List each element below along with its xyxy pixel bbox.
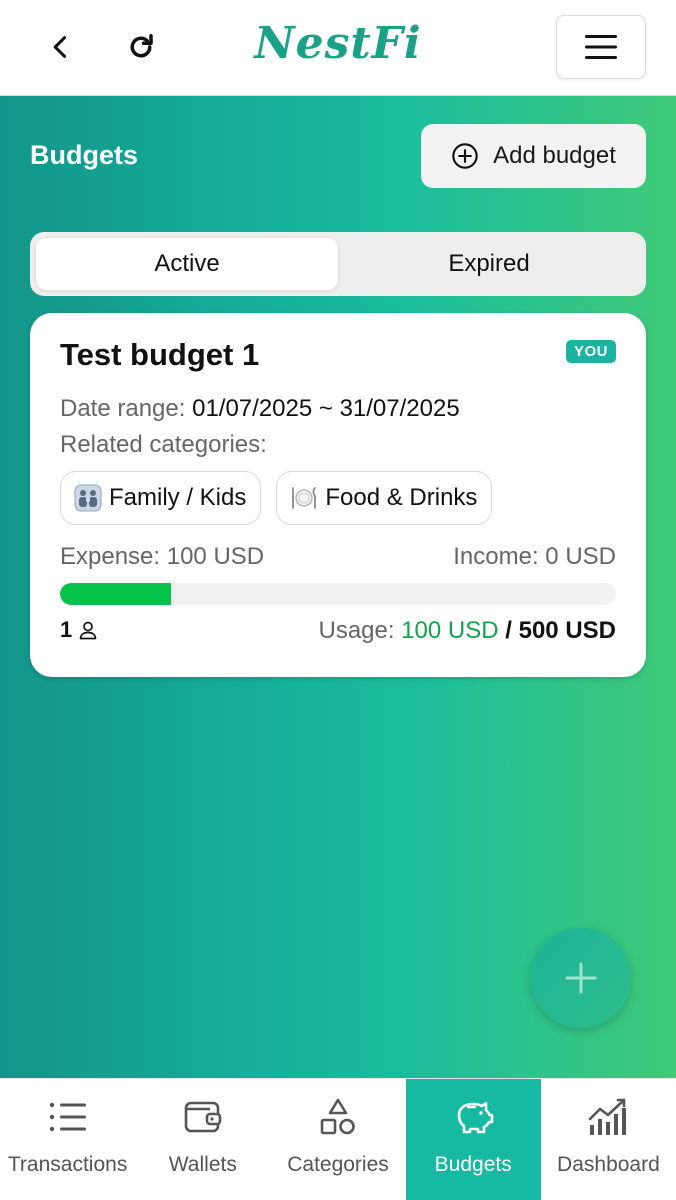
usage-progress-fill — [60, 583, 172, 605]
nav-item-categories[interactable]: Categories — [270, 1079, 405, 1200]
nav-item-transactions[interactable]: Transactions — [0, 1079, 135, 1200]
nav-label: Transactions — [7, 1153, 128, 1176]
members-count: 1 — [60, 617, 98, 643]
bar-chart-icon — [586, 1095, 630, 1139]
main-content: Budgets Add budget Active Expired Test b… — [0, 96, 676, 1078]
tab-expired[interactable]: Expired — [338, 238, 640, 290]
nav-label: Dashboard — [557, 1153, 660, 1176]
date-range: Date range: 01/07/2025 ~ 31/07/2025 — [60, 395, 460, 423]
category-chip-label: Food & Drinks — [325, 484, 478, 511]
family-icon — [73, 483, 103, 513]
page-title: Budgets — [30, 140, 138, 170]
hamburger-menu-icon — [585, 35, 617, 59]
user-icon — [79, 621, 97, 640]
plate-cutlery-icon — [289, 483, 319, 513]
category-chip-food[interactable]: Food & Drinks — [276, 471, 493, 525]
add-budget-label: Add budget — [493, 142, 616, 169]
nav-label: Categories — [287, 1153, 389, 1176]
date-range-value: 01/07/2025 ~ 31/07/2025 — [192, 395, 460, 422]
usage-summary: Usage: 100 USD / 500 USD — [318, 617, 616, 645]
usage-progress-bar — [60, 583, 616, 605]
app-header: NestFi — [0, 0, 676, 96]
nav-item-dashboard[interactable]: Dashboard — [541, 1079, 676, 1200]
shapes-icon — [316, 1095, 360, 1139]
tab-active[interactable]: Active — [36, 238, 338, 290]
members-count-value: 1 — [60, 617, 73, 642]
date-range-label: Date range: — [60, 395, 186, 422]
nav-label: Budgets — [434, 1153, 512, 1176]
wallet-icon — [181, 1095, 225, 1139]
expense-amount: Expense: 100 USD — [60, 543, 265, 570]
budget-status-tabs: Active Expired — [30, 232, 646, 296]
plus-icon — [565, 962, 597, 994]
related-categories-label: Related categories: — [60, 431, 267, 458]
nav-label: Wallets — [168, 1153, 237, 1176]
budget-title: Test budget 1 — [60, 337, 260, 372]
piggy-bank-icon — [451, 1095, 495, 1139]
plus-circle-icon — [452, 143, 478, 169]
floating-add-button[interactable] — [531, 928, 631, 1028]
usage-used: 100 USD — [401, 617, 499, 644]
add-budget-button[interactable]: Add budget — [421, 124, 646, 188]
list-icon — [46, 1095, 90, 1139]
usage-total: 500 USD — [518, 617, 616, 644]
menu-button[interactable] — [556, 15, 646, 79]
bottom-navigation: Transactions Wallets Categories Budgets … — [0, 1078, 676, 1200]
usage-label: Usage: — [318, 617, 395, 644]
income-amount: Income: 0 USD — [453, 543, 616, 570]
budget-card[interactable]: Test budget 1 YOU Date range: 01/07/2025… — [30, 313, 646, 677]
category-chips: Family / Kids Food & Drinks — [60, 471, 493, 525]
owner-badge: YOU — [565, 340, 616, 363]
category-chip-family[interactable]: Family / Kids — [60, 471, 262, 525]
usage-separator: / — [505, 617, 512, 644]
nav-item-budgets[interactable]: Budgets — [405, 1079, 541, 1200]
nav-item-wallets[interactable]: Wallets — [135, 1079, 270, 1200]
category-chip-label: Family / Kids — [109, 484, 247, 511]
